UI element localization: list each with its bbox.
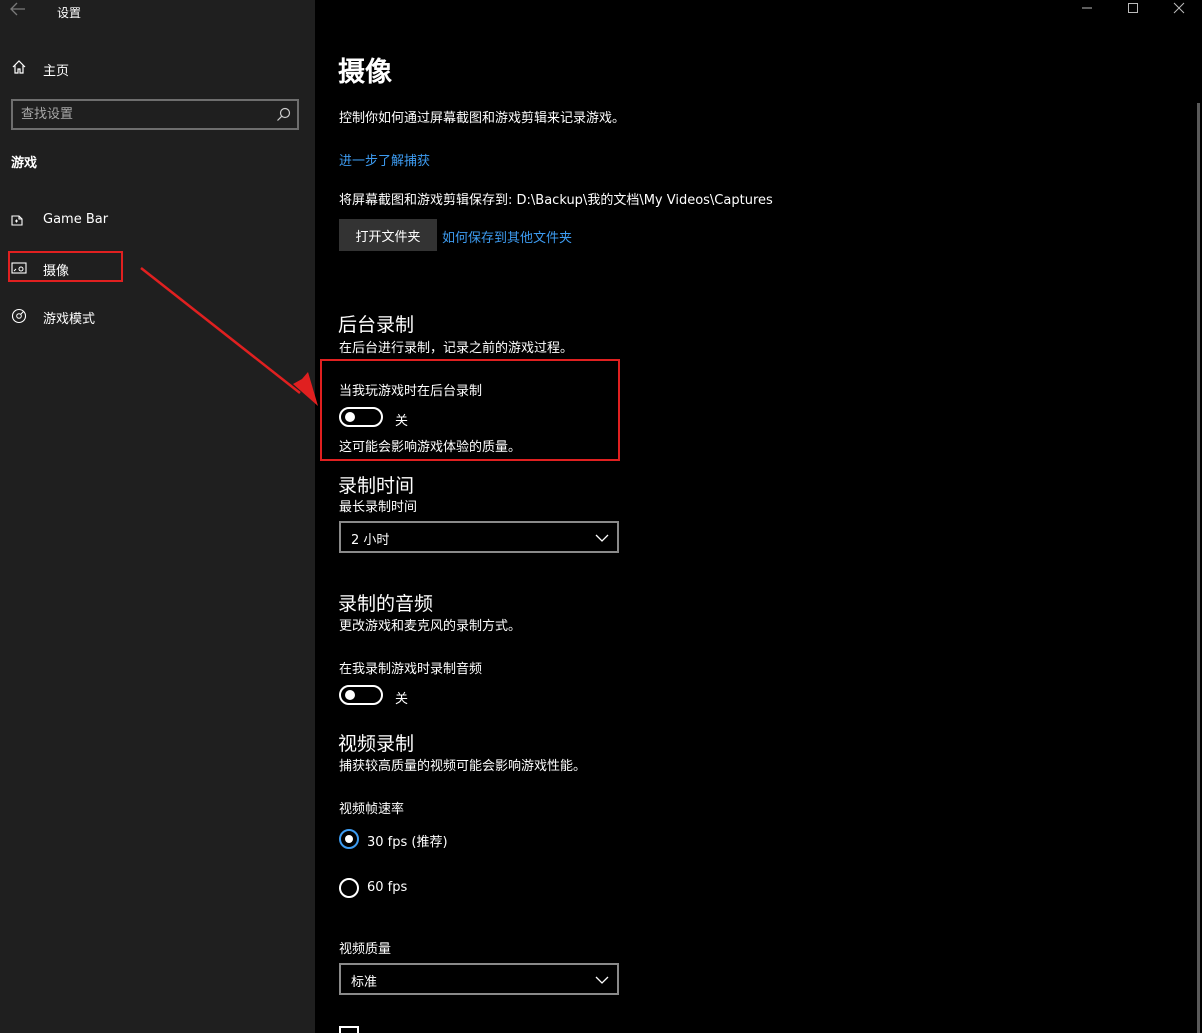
video-description: 捕获较高质量的视频可能会影响游戏性能。 bbox=[339, 759, 587, 774]
page-description: 控制你如何通过屏幕截图和游戏剪辑来记录游戏。 bbox=[339, 111, 626, 126]
toggle-knob bbox=[345, 690, 355, 700]
gamemode-icon bbox=[11, 308, 28, 324]
learn-more-link[interactable]: 进一步了解捕获 bbox=[339, 150, 430, 169]
audio-toggle-label: 在我录制游戏时录制音频 bbox=[339, 662, 483, 677]
home-icon bbox=[11, 59, 29, 77]
background-recording-toggle[interactable] bbox=[339, 407, 383, 427]
record-length-dropdown[interactable]: 2 小时 bbox=[339, 521, 619, 553]
scrollbar[interactable] bbox=[1197, 103, 1200, 1033]
sidebar-item-label: Game Bar bbox=[43, 212, 109, 227]
main-content: 摄像 控制你如何通过屏幕截图和游戏剪辑来记录游戏。 进一步了解捕获 将屏幕截图和… bbox=[315, 0, 1202, 1033]
sidebar-item-gamebar[interactable]: Game Bar bbox=[0, 205, 315, 235]
audio-heading: 录制的音频 bbox=[338, 593, 434, 615]
sidebar-section-label: 游戏 bbox=[11, 156, 38, 171]
gamebar-icon bbox=[11, 212, 28, 228]
audio-toggle-state: 关 bbox=[395, 692, 409, 707]
app-title: 设置 bbox=[57, 6, 82, 20]
record-length-label: 最长录制时间 bbox=[339, 500, 418, 515]
background-recording-description: 在后台进行录制，记录之前的游戏过程。 bbox=[339, 341, 574, 356]
search-input[interactable] bbox=[21, 105, 261, 124]
background-recording-note: 这可能会影响游戏体验的质量。 bbox=[339, 440, 522, 455]
search-box[interactable] bbox=[11, 99, 299, 130]
page-title: 摄像 bbox=[338, 57, 392, 88]
save-path-text: 将屏幕截图和游戏剪辑保存到: D:\Backup\我的文档\My Videos\… bbox=[339, 193, 773, 208]
sidebar: 设置 主页 游戏 Game Bar 摄像 游戏模式 bbox=[0, 0, 315, 1033]
video-heading: 视频录制 bbox=[338, 733, 415, 755]
chevron-down-icon bbox=[595, 530, 609, 544]
dropdown-value: 2 小时 bbox=[351, 533, 390, 548]
audio-recording-toggle[interactable] bbox=[339, 685, 383, 705]
dropdown-value: 标准 bbox=[351, 975, 378, 990]
back-arrow-icon[interactable] bbox=[10, 2, 30, 20]
fps-60-radio[interactable] bbox=[339, 878, 359, 898]
audio-description: 更改游戏和麦克风的录制方式。 bbox=[339, 619, 522, 634]
annotation-highlight-box bbox=[8, 251, 123, 282]
toggle-knob bbox=[345, 412, 355, 422]
background-toggle-label: 当我玩游戏时在后台录制 bbox=[339, 384, 483, 399]
background-toggle-state: 关 bbox=[395, 414, 409, 429]
sidebar-item-home[interactable]: 主页 bbox=[0, 54, 315, 82]
fps-60-label[interactable]: 60 fps bbox=[367, 880, 407, 895]
sidebar-item-gamemode[interactable]: 游戏模式 bbox=[0, 301, 315, 331]
sidebar-item-label: 游戏模式 bbox=[43, 312, 96, 327]
record-length-heading: 录制时间 bbox=[338, 475, 415, 497]
partial-checkbox[interactable] bbox=[339, 1026, 359, 1033]
fps-label: 视频帧速率 bbox=[339, 802, 405, 817]
save-elsewhere-link[interactable]: 如何保存到其他文件夹 bbox=[442, 227, 572, 246]
sidebar-item-label: 主页 bbox=[43, 64, 70, 79]
search-icon[interactable] bbox=[276, 107, 291, 122]
radio-dot bbox=[345, 835, 353, 843]
open-folder-button[interactable]: 打开文件夹 bbox=[339, 219, 437, 251]
fps-30-radio[interactable] bbox=[339, 829, 359, 849]
quality-label: 视频质量 bbox=[339, 942, 392, 957]
chevron-down-icon bbox=[595, 972, 609, 986]
quality-dropdown[interactable]: 标准 bbox=[339, 963, 619, 995]
fps-30-label[interactable]: 30 fps (推荐) bbox=[367, 831, 448, 850]
background-recording-heading: 后台录制 bbox=[338, 314, 415, 336]
